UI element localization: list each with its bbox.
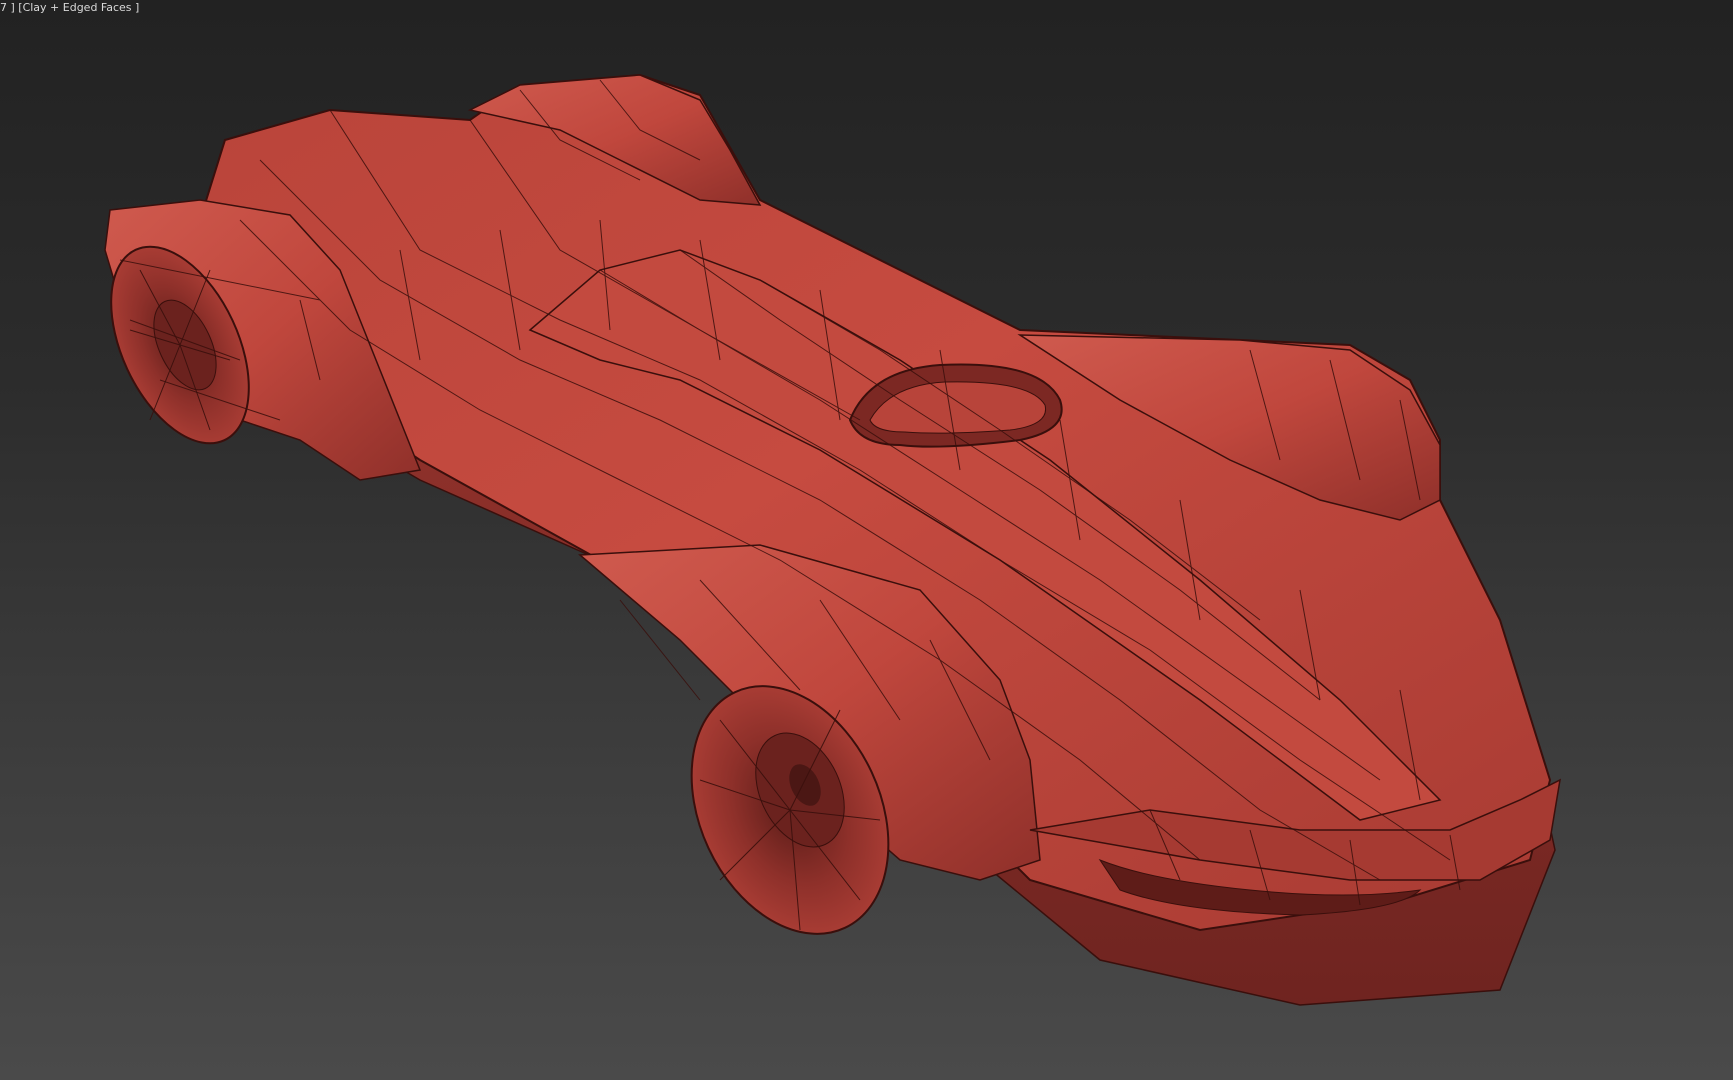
3d-viewport[interactable]: 7 ] [Clay + Edged Faces ] [0,0,1733,1080]
car-model-mesh[interactable] [0,0,1733,1080]
